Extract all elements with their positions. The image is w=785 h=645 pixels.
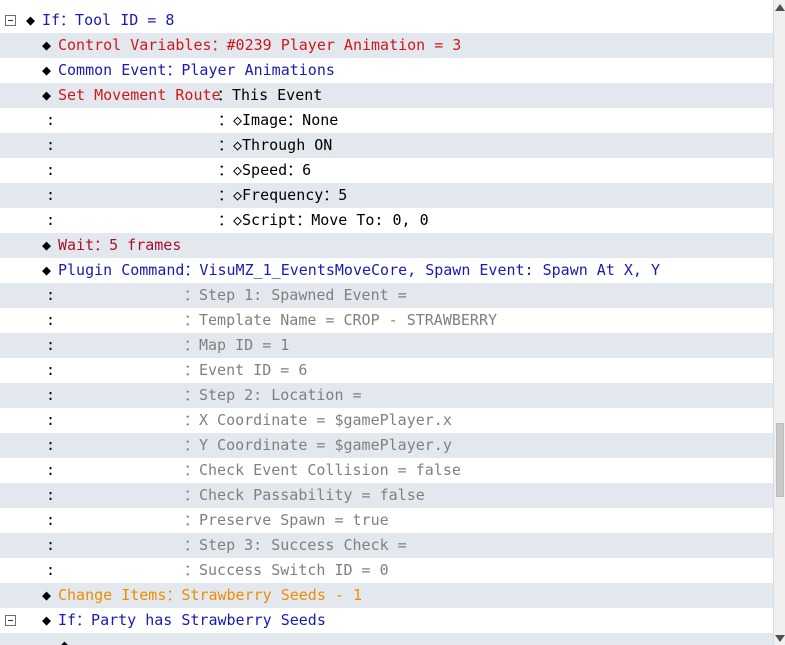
- row-text: ：◇Frequency：5: [218, 186, 348, 204]
- list-row[interactable]: : ：◇Script：Move To: 0, 0: [0, 208, 773, 233]
- list-row[interactable]: ◆ Wait：5 frames: [0, 233, 773, 258]
- continuation-marker: :: [46, 286, 56, 304]
- row-text: ：Preserve Spawn = true: [184, 511, 389, 529]
- list-row[interactable]: : ：◇Image：None: [0, 108, 773, 133]
- row-text: ：Template Name = CROP - STRAWBERRY: [184, 311, 498, 329]
- row-text: Common Event：Player Animations: [58, 61, 335, 79]
- row-text: ：Step 2: Location =: [184, 386, 362, 404]
- continuation-marker: :: [46, 461, 56, 479]
- list-row[interactable]: : ：Y Coordinate = $gamePlayer.y: [0, 433, 773, 458]
- continuation-marker: :: [46, 311, 56, 329]
- list-row[interactable]: : ：Success Switch ID = 0: [0, 558, 773, 583]
- scrollbar-thumb[interactable]: [776, 423, 784, 497]
- list-row[interactable]: ◆ If：Tool ID = 8: [0, 8, 773, 33]
- list-row[interactable]: : ：Step 3: Success Check =: [0, 533, 773, 558]
- command-diamond-icon: ◆: [42, 261, 52, 279]
- continuation-marker: :: [46, 361, 56, 379]
- list-row[interactable]: : ：Event ID = 6: [0, 358, 773, 383]
- row-text: ：Event ID = 6: [184, 361, 308, 379]
- continuation-marker: :: [46, 186, 56, 204]
- row-text: ：Check Event Collision = false: [184, 461, 461, 479]
- row-text: ：Step 3: Success Check =: [184, 536, 407, 554]
- vertical-scrollbar[interactable]: [773, 0, 785, 645]
- row-text: ：◇Script：Move To: 0, 0: [218, 211, 429, 229]
- continuation-marker: :: [46, 136, 56, 154]
- list-row[interactable]: ◆ Change Items：Strawberry Seeds - 1: [0, 583, 773, 608]
- list-row[interactable]: ◆ Common Event：Player Animations: [0, 58, 773, 83]
- list-row[interactable]: ◆ Set Movement Route ：This Event: [0, 83, 773, 108]
- list-row[interactable]: : ：◇Through ON: [0, 133, 773, 158]
- continuation-marker: :: [46, 386, 56, 404]
- row-text: ：Success Switch ID = 0: [184, 561, 389, 579]
- continuation-marker: :: [46, 411, 56, 429]
- row-text: Wait：5 frames: [58, 236, 182, 254]
- list-row[interactable]: : ：◇Frequency：5: [0, 183, 773, 208]
- row-text: ：Step 1: Spawned Event =: [184, 286, 407, 304]
- command-diamond-icon: ◆: [42, 36, 52, 54]
- command-diamond-icon: ◆: [42, 586, 52, 604]
- list-row[interactable]: : ：Check Passability = false: [0, 483, 773, 508]
- command-diamond-icon: ◆: [42, 61, 52, 79]
- row-text: Change Items：Strawberry Seeds - 1: [58, 586, 362, 604]
- row-text: Control Variables：#0239 Player Animation…: [58, 36, 462, 54]
- continuation-marker: :: [46, 336, 56, 354]
- list-row[interactable]: : ：X Coordinate = $gamePlayer.x: [0, 408, 773, 433]
- continuation-marker: :: [46, 561, 56, 579]
- scroll-down-arrow-icon[interactable]: [775, 635, 785, 642]
- list-row[interactable]: : ：Template Name = CROP - STRAWBERRY: [0, 308, 773, 333]
- command-diamond-icon: ◆: [26, 11, 36, 29]
- command-diamond-icon: ◆: [42, 611, 52, 629]
- row-text: If：Party has Strawberry Seeds: [58, 611, 326, 629]
- row-text: ：◇Speed：6: [218, 161, 312, 179]
- row-text: ：◇Through ON: [218, 136, 333, 154]
- scroll-up-arrow-icon[interactable]: [775, 4, 785, 11]
- list-row[interactable]: ◆ Plugin Command：VisuMZ_1_EventsMoveCore,…: [0, 258, 773, 283]
- row-text: ：Map ID = 1: [184, 336, 290, 354]
- list-row[interactable]: : ：Step 2: Location =: [0, 383, 773, 408]
- row-text: ：This Event: [217, 86, 323, 104]
- command-diamond-icon: ◆: [42, 86, 52, 104]
- event-command-list[interactable]: : End ◆ If：Tool ID = 8 ◆ Control Variables：#…: [0, 0, 773, 645]
- row-text: ：X Coordinate = $gamePlayer.x: [184, 411, 452, 429]
- command-diamond-icon: ◆: [60, 636, 70, 645]
- collapse-toggle-icon[interactable]: [5, 15, 16, 26]
- row-text: ：◇Image：None: [218, 111, 339, 129]
- continuation-marker: :: [46, 161, 56, 179]
- list-row[interactable]: : ：Step 1: Spawned Event =: [0, 283, 773, 308]
- continuation-marker: :: [46, 486, 56, 504]
- list-row[interactable]: : ：Check Event Collision = false: [0, 458, 773, 483]
- list-row[interactable]: : ：Map ID = 1: [0, 333, 773, 358]
- continuation-marker: :: [46, 211, 56, 229]
- list-row[interactable]: ◆: [0, 633, 773, 645]
- list-row-partial[interactable]: : End: [0, 0, 773, 8]
- row-text: ：Y Coordinate = $gamePlayer.y: [184, 436, 452, 454]
- row-text: : End: [30, 0, 75, 8]
- continuation-marker: :: [46, 436, 56, 454]
- continuation-marker: :: [46, 511, 56, 529]
- list-row[interactable]: : ：Preserve Spawn = true: [0, 508, 773, 533]
- list-row[interactable]: : ：◇Speed：6: [0, 158, 773, 183]
- row-text: If：Tool ID = 8: [42, 11, 175, 29]
- continuation-marker: :: [46, 111, 56, 129]
- command-diamond-icon: ◆: [42, 236, 52, 254]
- list-row[interactable]: ◆ If：Party has Strawberry Seeds: [0, 608, 773, 633]
- list-row[interactable]: ◆ Control Variables：#0239 Player Animatio…: [0, 33, 773, 58]
- continuation-marker: :: [46, 536, 56, 554]
- row-text: Plugin Command：VisuMZ_1_EventsMoveCore, …: [58, 261, 660, 279]
- row-text: ：Check Passability = false: [184, 486, 425, 504]
- row-text: Set Movement Route: [58, 86, 221, 104]
- collapse-toggle-icon[interactable]: [5, 615, 16, 626]
